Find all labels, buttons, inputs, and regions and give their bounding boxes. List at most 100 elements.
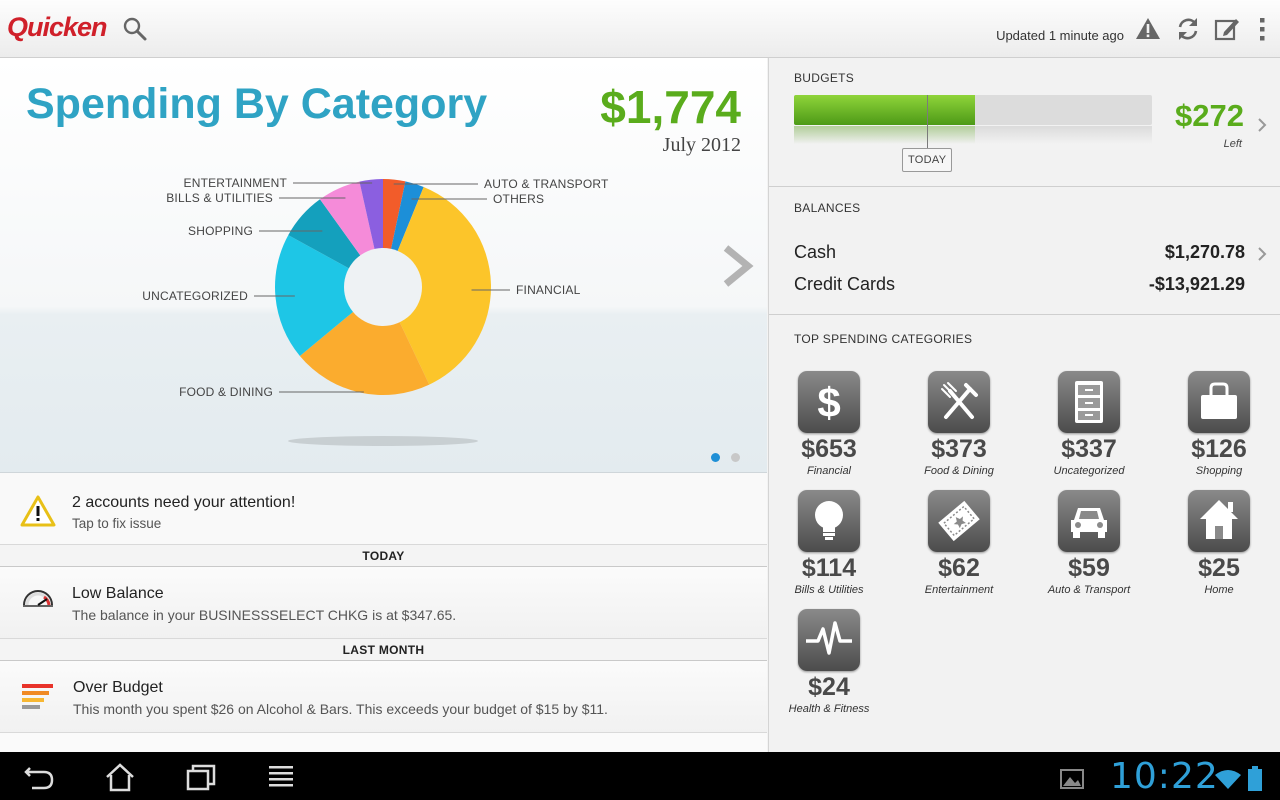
lightbulb-icon: [798, 490, 860, 552]
category-amount: $653: [801, 435, 857, 463]
balance-value: -$13,921.29: [1148, 274, 1245, 294]
clock[interactable]: 10:22: [1110, 756, 1219, 797]
category-entertainment[interactable]: $62 Entertainment: [899, 490, 1019, 596]
system-navigation-bar: 10:22: [0, 752, 1280, 800]
ticket-icon: [928, 490, 990, 552]
category-name: Entertainment: [924, 584, 994, 596]
category-amount: $337: [1061, 435, 1117, 463]
category-auto-transport[interactable]: $59 Auto & Transport: [1029, 490, 1149, 596]
pie-label: SHOPPING: [188, 224, 253, 238]
category-bills-utilities[interactable]: $114 Bills & Utilities: [769, 490, 889, 596]
wifi-icon: [1215, 770, 1241, 789]
pie-hole: [344, 248, 422, 326]
balance-value: $1,270.78: [1164, 242, 1245, 262]
category-name: Shopping: [1195, 465, 1243, 477]
notification-title: Over Budget: [73, 679, 163, 696]
category-amount: $25: [1198, 554, 1240, 582]
action-bar: Quicken Updated 1 minute ago: [0, 0, 1280, 58]
recent-apps-icon[interactable]: [184, 762, 218, 792]
top-spending-header: TOP SPENDING CATEGORIES: [794, 332, 973, 346]
category-home[interactable]: $25 Home: [1159, 490, 1279, 596]
svg-text:$: $: [817, 379, 840, 426]
page-indicator-dot-2[interactable]: [731, 453, 740, 462]
page-indicator-dot-1[interactable]: [711, 453, 720, 462]
shopping-bag-icon: [1188, 371, 1250, 433]
search-icon[interactable]: [122, 16, 148, 42]
over-budget-notification[interactable]: Over Budget This month you spent $26 on …: [0, 661, 767, 733]
updated-status: Updated 1 minute ago: [996, 28, 1124, 43]
pie-label: AUTO & TRANSPORT: [484, 177, 609, 191]
next-chart-arrow-icon[interactable]: [722, 244, 754, 288]
heartbeat-icon: [798, 609, 860, 671]
left-panel: Spending By Category $1,774 July 2012 AU…: [0, 58, 767, 752]
cabinet-icon: [1058, 371, 1120, 433]
warning-icon: [20, 495, 56, 527]
overflow-menu-icon[interactable]: [1254, 16, 1270, 42]
fork-knife-icon: [928, 371, 990, 433]
category-name: Food & Dining: [924, 465, 994, 477]
pie-label: BILLS & UTILITIES: [166, 191, 273, 205]
pie-shadow: [288, 436, 478, 446]
low-balance-notification[interactable]: Low Balance The balance in your BUSINESS…: [0, 567, 767, 639]
category-amount: $59: [1068, 554, 1110, 582]
budget-progress-bar[interactable]: [794, 95, 1152, 125]
category-uncategorized[interactable]: $337 Uncategorized: [1029, 371, 1149, 477]
budget-reflection-fill: [794, 126, 976, 144]
today-marker: [927, 95, 929, 151]
divider: [769, 314, 1280, 315]
category-name: Auto & Transport: [1047, 584, 1131, 596]
battery-icon: [1248, 766, 1262, 791]
category-health-fitness[interactable]: $24 Health & Fitness: [769, 609, 889, 715]
gallery-notification-icon[interactable]: [1058, 764, 1086, 794]
category-amount: $24: [808, 673, 850, 701]
home-icon[interactable]: [103, 762, 137, 792]
category-amount: $126: [1191, 435, 1247, 463]
attention-title: 2 accounts need your attention!: [72, 494, 296, 511]
gauge-icon: [23, 590, 53, 607]
house-icon: [1188, 490, 1250, 552]
spending-pie-chart[interactable]: [0, 58, 767, 473]
category-name: Home: [1204, 584, 1234, 596]
chevron-right-icon[interactable]: [1257, 117, 1267, 133]
category-amount: $114: [801, 554, 857, 582]
pie-label: UNCATEGORIZED: [142, 289, 248, 303]
budget-left-amount[interactable]: $272: [1175, 98, 1244, 134]
today-badge: TODAY: [902, 148, 953, 172]
category-amount: $62: [938, 554, 980, 582]
category-name: Bills & Utilities: [794, 584, 864, 596]
notification-text: This month you spent $26 on Alcohol & Ba…: [73, 701, 608, 717]
category-shopping[interactable]: $126 Shopping: [1159, 371, 1279, 477]
category-name: Health & Fitness: [788, 703, 870, 715]
category-amount: $373: [931, 435, 987, 463]
right-panel: BUDGETS TODAY $272 Left BALANCES Cash $1…: [768, 58, 1280, 752]
warning-icon[interactable]: [1135, 16, 1161, 42]
pie-label: FOOD & DINING: [179, 385, 273, 399]
attention-alert[interactable]: 2 accounts need your attention! Tap to f…: [0, 473, 767, 545]
chevron-right-icon[interactable]: [1257, 246, 1267, 262]
menu-icon[interactable]: [265, 762, 299, 792]
notification-text: The balance in your BUSINESSSELECT CHKG …: [72, 607, 457, 623]
quicken-logo[interactable]: Quicken: [7, 12, 108, 43]
pie-label: ENTERTAINMENT: [183, 176, 287, 190]
budget-bars-icon: [22, 684, 53, 709]
edit-icon[interactable]: [1214, 16, 1240, 42]
back-icon[interactable]: [22, 762, 56, 792]
budget-bar-reflection: [794, 126, 1152, 144]
section-header-today: TODAY: [0, 545, 767, 567]
budgets-header: BUDGETS: [794, 71, 855, 85]
spending-chart-card[interactable]: Spending By Category $1,774 July 2012 AU…: [0, 58, 767, 473]
balances-header: BALANCES: [794, 201, 861, 215]
car-icon: [1058, 490, 1120, 552]
dollar-icon: $: [798, 371, 860, 433]
category-name: Financial: [806, 465, 852, 477]
balance-name: Cash: [794, 242, 837, 262]
divider: [769, 186, 1280, 187]
refresh-icon[interactable]: [1175, 16, 1201, 42]
balance-name: Credit Cards: [794, 274, 896, 294]
category-financial[interactable]: $ $653 Financial: [769, 371, 889, 477]
category-food-dining[interactable]: $373 Food & Dining: [899, 371, 1019, 477]
category-name: Uncategorized: [1053, 465, 1125, 477]
pie-label: FINANCIAL: [516, 283, 581, 297]
budget-progress-fill: [794, 95, 976, 125]
pie-label: OTHERS: [493, 192, 545, 206]
